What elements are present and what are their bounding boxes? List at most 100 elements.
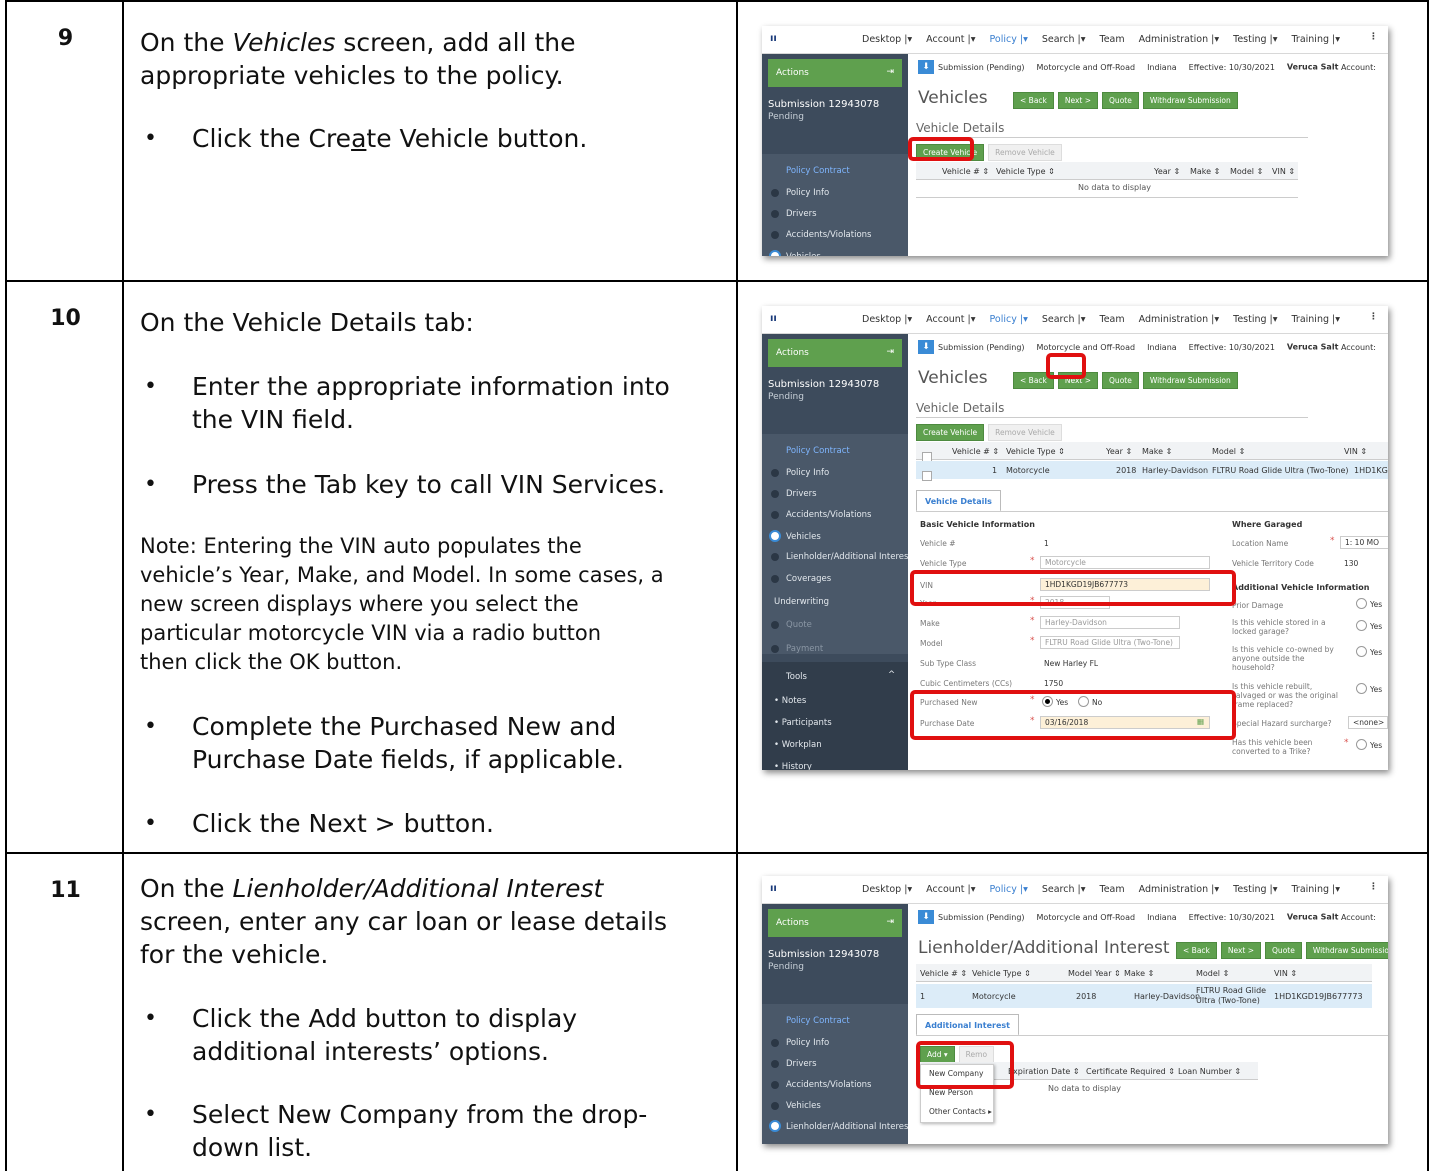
vehicle-type-select[interactable]: Motorcycle <box>1040 556 1210 569</box>
menu-administration[interactable]: Administration |▾ <box>1139 314 1220 325</box>
nav-drivers[interactable]: Drivers <box>786 209 817 219</box>
withdraw-button[interactable]: Withdraw Submission <box>1142 372 1238 389</box>
download-icon[interactable]: ⬇ <box>918 910 934 924</box>
menu-account[interactable]: Account |▾ <box>926 884 975 895</box>
more-icon[interactable]: ⋮ <box>1369 32 1378 42</box>
menu-item-other-contacts[interactable]: Other Contacts ▸ <box>921 1103 993 1122</box>
download-icon[interactable]: ⬇ <box>918 340 934 354</box>
menu-testing[interactable]: Testing |▾ <box>1233 314 1277 325</box>
remove-vehicle-button[interactable]: Remove Vehicle <box>988 144 1062 161</box>
actions-button[interactable]: Actions ⇥ <box>768 339 902 367</box>
co-owned-yes-radio[interactable] <box>1356 646 1367 657</box>
menu-desktop[interactable]: Desktop |▾ <box>862 34 912 45</box>
menu-administration[interactable]: Administration |▾ <box>1139 884 1220 895</box>
nav-policy-contract[interactable]: Policy Contract <box>786 1016 850 1026</box>
tool-history[interactable]: • History <box>774 762 812 770</box>
menu-testing[interactable]: Testing |▾ <box>1233 34 1277 45</box>
section-title: Vehicle Details <box>916 121 1005 135</box>
rebuilt-yes-radio[interactable] <box>1356 683 1367 694</box>
nav-quote[interactable]: Quote <box>786 620 812 630</box>
actions-button[interactable]: Actions ⇥ <box>768 59 902 87</box>
nav-policy-info[interactable]: Policy Info <box>786 188 829 198</box>
menu-account[interactable]: Account |▾ <box>926 34 975 45</box>
tools-header[interactable]: Tools <box>786 672 807 682</box>
hazard-select[interactable]: <none> <box>1348 716 1388 729</box>
quote-button[interactable]: Quote <box>1265 942 1302 959</box>
location-select[interactable]: 1: 10 MO <box>1340 536 1388 549</box>
menu-team[interactable]: Team <box>1100 884 1125 895</box>
tool-participants[interactable]: • Participants <box>774 718 832 728</box>
nav-lienholder[interactable]: Lienholder/Additional Interest <box>786 1122 912 1132</box>
menu-team[interactable]: Team <box>1100 34 1125 45</box>
nav-policy-contract[interactable]: Policy Contract <box>786 446 850 456</box>
menu-policy[interactable]: Policy |▾ <box>990 314 1028 325</box>
next-button[interactable]: Next > <box>1057 92 1099 109</box>
tab-additional-interest[interactable]: Additional Interest <box>916 1014 1019 1036</box>
nav-vehicles[interactable]: Vehicles <box>786 532 821 542</box>
step-row-10: 10 On the Vehicle Details tab: • Enter t… <box>7 282 1427 854</box>
menu-desktop[interactable]: Desktop |▾ <box>862 884 912 895</box>
nav-accidents[interactable]: Accidents/Violations <box>786 1080 871 1090</box>
remove-vehicle-button[interactable]: Remove Vehicle <box>988 424 1062 441</box>
download-icon[interactable]: ⬇ <box>918 60 934 74</box>
step-number: 10 <box>50 306 81 331</box>
nav-coverages[interactable]: Coverages <box>786 574 831 584</box>
menu-policy[interactable]: Policy |▾ <box>990 34 1028 45</box>
menu-training[interactable]: Training |▾ <box>1292 884 1340 895</box>
table-row[interactable]: 1 Motorcycle 2018 Harley-Davidson FLTRU Road… <box>916 461 1388 481</box>
tool-notes[interactable]: • Notes <box>774 696 806 706</box>
create-vehicle-button[interactable]: Create Vehicle <box>916 424 985 441</box>
highlight-create-vehicle <box>908 137 974 161</box>
make-field[interactable]: Harley-Davidson <box>1040 616 1180 629</box>
menu-training[interactable]: Training |▾ <box>1292 314 1340 325</box>
submission-number: Submission 12943078 <box>768 379 880 390</box>
menu-administration[interactable]: Administration |▾ <box>1139 34 1220 45</box>
menu-policy[interactable]: Policy |▾ <box>990 884 1028 895</box>
prior-damage-yes-radio[interactable] <box>1356 598 1367 609</box>
table-row[interactable]: 1 Motorcycle 2018 Harley-Davidson FLTRU Road… <box>916 984 1372 1008</box>
more-icon[interactable]: ⋮ <box>1369 312 1378 322</box>
quote-button[interactable]: Quote <box>1102 372 1139 389</box>
nav-payment[interactable]: Payment <box>786 644 823 654</box>
menu-testing[interactable]: Testing |▾ <box>1233 884 1277 895</box>
nav-lienholder[interactable]: Lienholder/Additional Interest <box>786 552 912 562</box>
trike-yes-radio[interactable] <box>1356 739 1367 750</box>
next-button[interactable]: Next > <box>1220 942 1262 959</box>
collapse-caret-icon[interactable]: ^ <box>888 670 895 680</box>
menu-search[interactable]: Search |▾ <box>1042 314 1086 325</box>
menu-team[interactable]: Team <box>1100 314 1125 325</box>
submission-status: Pending <box>768 392 804 402</box>
no-data-message: No data to display <box>1048 1084 1121 1093</box>
back-button[interactable]: < Back <box>1176 942 1217 959</box>
withdraw-button[interactable]: Withdraw Submission <box>1305 942 1388 959</box>
menu-desktop[interactable]: Desktop |▾ <box>862 314 912 325</box>
nav-accidents[interactable]: Accidents/Violations <box>786 510 871 520</box>
nav-policy-info[interactable]: Policy Info <box>786 1038 829 1048</box>
step-row-9: 9 On the Vehicles screen, add all the ap… <box>7 2 1427 282</box>
nav-vehicles[interactable]: Vehicles <box>786 1101 821 1111</box>
locked-garage-yes-radio[interactable] <box>1356 620 1367 631</box>
withdraw-button[interactable]: Withdraw Submission <box>1142 92 1238 109</box>
row-checkbox[interactable] <box>922 471 932 481</box>
back-button[interactable]: < Back <box>1013 92 1054 109</box>
sidebar: Actions ⇥ Submission 12943078 Pending Pol… <box>762 54 908 256</box>
nav-policy-contract[interactable]: Policy Contract <box>786 166 850 176</box>
model-field[interactable]: FLTRU Road Glide Ultra (Two-Tone) <box>1040 636 1180 649</box>
highlight-next-button <box>1046 353 1086 379</box>
nav-drivers[interactable]: Drivers <box>786 489 817 499</box>
menu-search[interactable]: Search |▾ <box>1042 34 1086 45</box>
menu-training[interactable]: Training |▾ <box>1292 34 1340 45</box>
actions-button[interactable]: Actions ⇥ <box>768 909 902 937</box>
nav-policy-info[interactable]: Policy Info <box>786 468 829 478</box>
tab-vehicle-details[interactable]: Vehicle Details <box>916 490 1001 512</box>
quote-button[interactable]: Quote <box>1102 92 1139 109</box>
vehicle-table-header: Vehicle # ⇕ Vehicle Type ⇕ Year ⇕ Make ⇕ Mod… <box>916 442 1388 462</box>
menu-account[interactable]: Account |▾ <box>926 314 975 325</box>
nav-accidents[interactable]: Accidents/Violations <box>786 230 871 240</box>
nav-vehicles[interactable]: Vehicles <box>786 252 821 256</box>
nav-drivers[interactable]: Drivers <box>786 1059 817 1069</box>
tool-workplan[interactable]: • Workplan <box>774 740 822 750</box>
nav-underwriting[interactable]: Underwriting <box>774 597 829 607</box>
menu-search[interactable]: Search |▾ <box>1042 884 1086 895</box>
more-icon[interactable]: ⋮ <box>1369 882 1378 892</box>
